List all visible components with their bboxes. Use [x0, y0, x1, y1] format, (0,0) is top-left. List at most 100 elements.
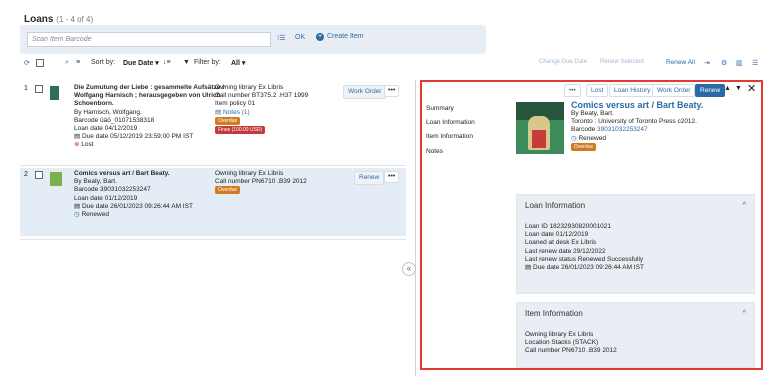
section-heading: Item Information [525, 309, 583, 318]
due-date: ▤ Due date 26/01/2023 09:26:44 AM IST [74, 203, 224, 211]
filter-label: Filter by: [194, 59, 221, 66]
calendar-icon: ▤ [525, 264, 532, 272]
refresh-icon[interactable]: ⟳ [24, 59, 30, 67]
loan-status: ⊗ Lost [74, 141, 224, 149]
create-item-button[interactable]: + Create Item [316, 33, 364, 41]
filter-dropdown[interactable]: All ▾ [231, 59, 245, 67]
loan-author: By Harnisch, Wolfgang. [74, 109, 224, 117]
loan-information-section: Loan Information ^ Loan ID 1823293082000… [516, 194, 755, 294]
panel-barcode: Barcode 39031032253247 [571, 126, 703, 134]
loan-row[interactable]: 1 Die Zumutung der Liebe : gesammelte Au… [20, 82, 406, 162]
panel-status: ◷ Renewed [571, 135, 703, 143]
close-icon[interactable]: ✕ [747, 82, 756, 95]
calendar-icon: ▤ [74, 202, 81, 210]
title-text: Loans [24, 14, 54, 25]
work-order-button[interactable]: Work Order [652, 84, 696, 97]
item-policy: Item policy 01 [215, 100, 256, 108]
loan-barcode: Barcode 39031032253247 [74, 186, 151, 194]
renew-selected-button[interactable]: Renew Selected [600, 59, 644, 65]
notes-link[interactable]: ▤ Notes (1) [215, 109, 320, 117]
due-date-text: Due date 26/01/2023 09:26:44 AM IST [532, 264, 644, 272]
loan-history-button[interactable]: Loan History [609, 84, 656, 97]
top-bar [0, 0, 764, 7]
row-more-button[interactable]: ••• [384, 171, 400, 184]
sort-icon: ≡ [76, 59, 81, 66]
status-text: Lost [81, 141, 94, 149]
row-more-button[interactable]: ••• [384, 85, 400, 98]
panel-publisher: Toronto : University of Toronto Press c2… [571, 118, 697, 126]
call-number: Call number PN6710 .B39 2012 [215, 178, 307, 186]
nav-loan-information[interactable]: Loan Information [426, 119, 475, 126]
summary-info: Comics versus art / Bart Beaty. By Beaty… [571, 100, 703, 151]
renew-button[interactable]: Renew [354, 171, 385, 186]
scan-bar: Scan Item Barcode ⁝☰ OK + Create Item [20, 25, 486, 54]
nav-item-information[interactable]: Item Information [426, 133, 473, 140]
call-number: Call number BT375.2 .H37 1999 [215, 92, 309, 100]
previous-icon[interactable]: ▲ [724, 85, 731, 92]
select-all-checkbox[interactable] [36, 59, 44, 67]
renew-button[interactable]: Renew [695, 84, 726, 97]
search-icon[interactable]: ⌕ [65, 59, 69, 67]
notes-text: Notes (1) [222, 108, 250, 116]
row-number: 1 [24, 85, 28, 92]
due-date-text: Due date 26/01/2023 09:26:44 AM IST [81, 202, 193, 210]
list-toolbar: ⟳ ⌕ ≡ Sort by: Due Date ▾ ↓≡ ▼ Filter by… [20, 59, 764, 73]
loan-row[interactable]: 2 Comics versus art / Bart Beaty. By Bea… [20, 168, 406, 236]
sort-label: Sort by: [91, 59, 116, 66]
loan-details-panel: ••• Lost Loan History Work Order Renew ▲… [420, 80, 763, 370]
book-cover-thumbnail [50, 172, 62, 186]
filter-icon: ▼ [183, 59, 190, 66]
author-text: By Harnisch, Wolfgang. [74, 108, 142, 116]
next-icon[interactable]: ▼ [735, 85, 742, 92]
loan-title[interactable]: Comics versus art / Bart Beaty. [74, 170, 224, 178]
work-order-button[interactable]: Work Order [343, 85, 387, 100]
loan-barcode: Barcode üäö_01071538318 [74, 116, 155, 124]
nav-summary[interactable]: Summary [426, 105, 454, 112]
change-due-date-button[interactable]: Change Due Date [539, 59, 587, 65]
scan-ok-button[interactable]: OK [295, 34, 305, 41]
nav-notes[interactable]: Notes [426, 148, 443, 155]
row-checkbox[interactable] [35, 171, 43, 180]
fines-badge: Fines (100.00 USD) [215, 126, 266, 135]
scan-barcode-input[interactable]: Scan Item Barcode [27, 32, 271, 47]
collapse-panel-icon[interactable]: « [402, 262, 416, 276]
overdue-badge: Overdue [571, 142, 597, 151]
item-information-section: Item Information ^ Owning library Ex Lib… [516, 302, 755, 368]
create-item-label: Create Item [327, 33, 364, 40]
status-text: Renewed [578, 134, 606, 142]
result-count: (1 - 4 of 4) [56, 15, 94, 24]
due-date: ▤ Due date 26/01/2023 09:26:44 AM IST [525, 264, 644, 272]
loaned-at-desk: Loaned at desk Ex Libris [525, 239, 597, 247]
export-icon[interactable]: ⇥ [704, 59, 710, 67]
notes-icon: ▤ [215, 108, 222, 116]
sort-dropdown[interactable]: Due Date ▾ [123, 59, 159, 67]
panel-more-button[interactable]: ••• [564, 84, 581, 97]
lost-button[interactable]: Lost [586, 84, 609, 97]
row-checkbox[interactable] [35, 85, 43, 94]
list-view-icon[interactable]: ☰ [752, 59, 758, 67]
collapse-section-icon[interactable]: ^ [743, 310, 746, 318]
owning-library: Owning library Ex Libris [215, 84, 284, 91]
row-divider [20, 239, 406, 240]
row-divider [20, 165, 406, 166]
barcode-label: Barcode [571, 126, 596, 134]
loan-status: ◷ Renewed [74, 211, 224, 219]
renew-all-button[interactable]: Renew All [666, 59, 695, 66]
book-cover-image [516, 102, 564, 154]
plus-icon: + [316, 33, 324, 41]
location: Location Stacks (STACK) [525, 339, 599, 347]
overdue-badge: Overdue [215, 186, 241, 195]
row-number: 2 [24, 171, 28, 178]
sort-direction-icon[interactable]: ↓≡ [163, 59, 171, 66]
renewed-icon: ◷ [571, 134, 577, 142]
loan-title[interactable]: Die Zumutung der Liebe : gesammelte Aufs… [74, 84, 224, 109]
collapse-section-icon[interactable]: ^ [743, 202, 746, 210]
barcode-link[interactable]: 39031032253247 [597, 126, 648, 133]
section-heading: Loan Information [525, 201, 586, 210]
panel-title[interactable]: Comics versus art / Bart Beaty. [571, 100, 703, 110]
gear-icon[interactable]: ⚙ [721, 59, 727, 67]
loan-id: Loan ID 18232930820001021 [525, 223, 612, 230]
overdue-badge: Overdue [215, 116, 241, 125]
columns-icon[interactable]: ▥ [736, 59, 743, 67]
barcode-list-icon[interactable]: ⁝☰ [277, 34, 286, 42]
